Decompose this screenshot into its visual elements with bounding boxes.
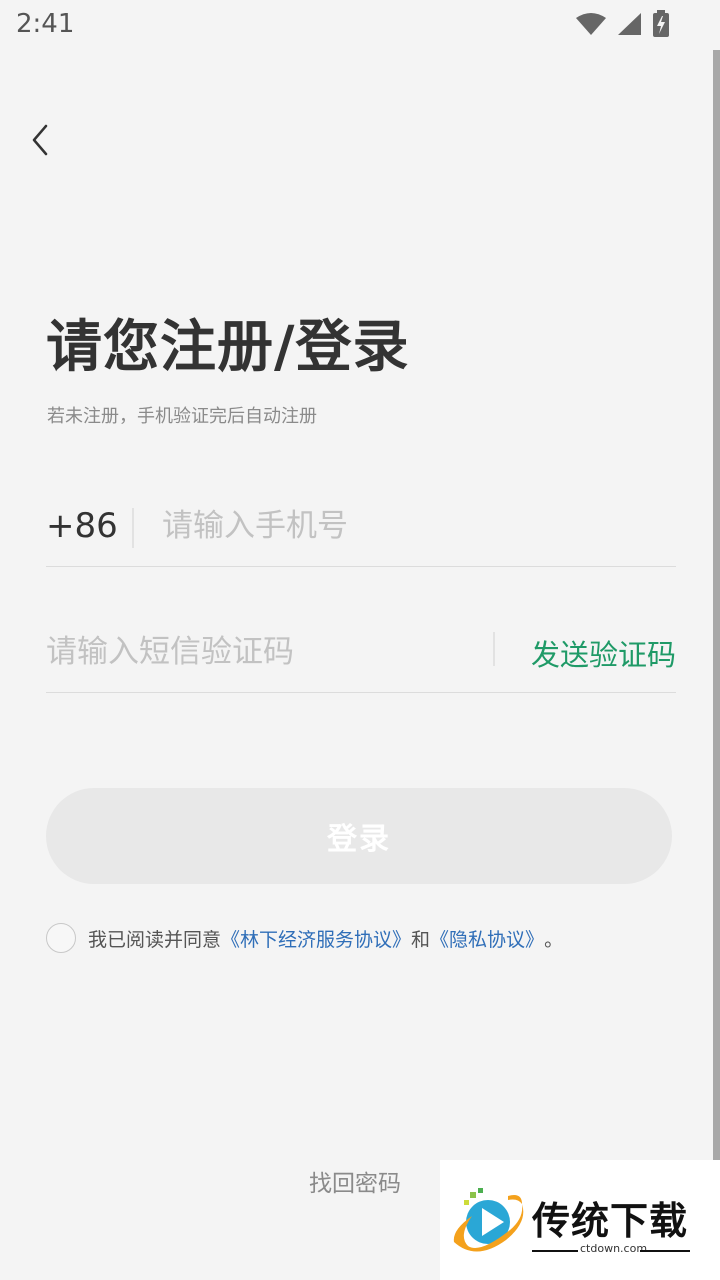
divider [532,1250,578,1252]
wifi-icon [576,12,606,36]
login-button[interactable]: 登录 [46,788,672,884]
agreement-suffix: 。 [544,928,564,951]
scrollbar[interactable] [713,50,720,1160]
status-icons [576,10,670,38]
phone-input[interactable] [162,504,662,548]
country-code[interactable]: +86 [46,506,118,546]
sms-code-row: 发送验证码 [46,616,676,693]
divider [640,1250,690,1252]
sms-code-input[interactable] [46,630,476,674]
cell-signal-icon [616,12,642,36]
page-subtitle: 若未注册，手机验证完后自动注册 [47,406,317,427]
page-title: 请您注册/登录 [46,315,410,380]
recover-password-link[interactable]: 找回密码 [309,1164,401,1198]
divider [132,508,134,548]
back-button[interactable] [22,118,62,162]
status-time: 2:41 [16,9,75,39]
watermark: 传统下载 ctdown.com [440,1160,720,1280]
chevron-left-icon [22,124,62,166]
battery-charging-icon [652,10,670,38]
watermark-url: ctdown.com [580,1242,648,1255]
agreement-row: 我已阅读并同意 《林下经济服务协议》 和 《隐私协议》 。 [46,922,563,954]
privacy-agreement-link[interactable]: 《隐私协议》 [430,925,544,952]
agreement-conjunction: 和 [411,928,431,951]
ctdown-logo-icon [450,1186,526,1260]
send-code-button[interactable]: 发送验证码 [531,632,676,674]
agree-checkbox[interactable] [46,923,76,953]
login-screen: 2:41 请您注册/登录 若未注册，手机验证完后自动注册 +86 请输入手机号 … [0,0,720,1280]
agreement-prefix: 我已阅读并同意 [88,928,222,951]
divider [493,632,495,666]
watermark-brand: 传统下载 [532,1199,689,1243]
status-bar: 2:41 [0,0,720,50]
service-agreement-link[interactable]: 《林下经济服务协议》 [221,925,411,952]
phone-row: +86 [46,490,676,567]
